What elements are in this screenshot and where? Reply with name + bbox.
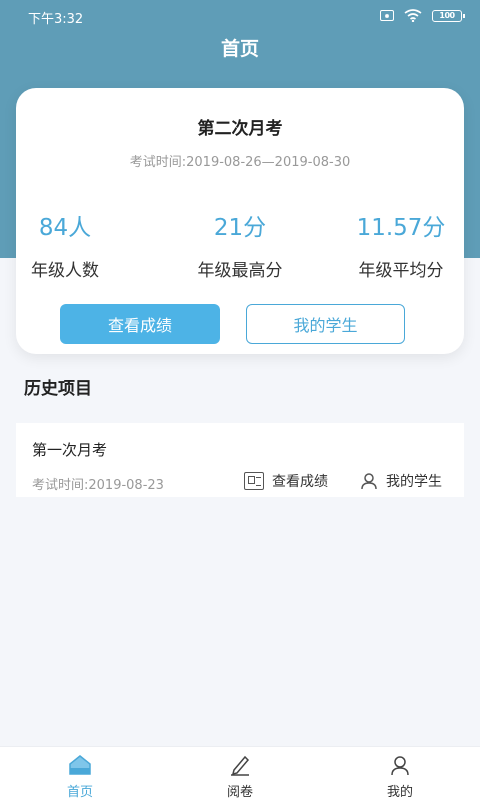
history-section-title: 历史项目: [24, 379, 92, 399]
tab-my[interactable]: 我的: [360, 753, 440, 800]
exam-time: 考试时间:2019-08-26—2019-08-30: [129, 155, 351, 170]
tab-home-label: 首页: [66, 785, 93, 800]
no-sim-icon: [380, 10, 394, 21]
tab-home[interactable]: 首页: [40, 753, 120, 800]
my-students-button[interactable]: 我的学生: [246, 304, 405, 344]
pen-icon: [200, 753, 280, 777]
user-icon: [360, 753, 440, 777]
stat-student-count: 84人 年级人数: [0, 208, 140, 281]
stat-label: 年级最高分: [197, 261, 283, 281]
stat-label: 年级平均分: [358, 261, 444, 281]
history-exam-time: 考试时间:2019-08-23: [32, 478, 164, 493]
tab-review-label: 阅卷: [226, 785, 253, 800]
status-bar: 下午3:32 100: [0, 0, 480, 32]
tab-review[interactable]: 阅卷: [200, 753, 280, 800]
stat-value: 11.57分: [356, 215, 446, 241]
stat-highest-score: 21分 年级最高分: [165, 208, 315, 281]
history-view-scores-button[interactable]: 查看成绩: [244, 471, 328, 491]
wifi-icon: [404, 9, 422, 22]
tab-my-label: 我的: [386, 785, 413, 800]
exam-name: 第二次月考: [197, 119, 283, 139]
bottom-tab-bar: 首页 阅卷 我的: [0, 746, 480, 800]
stat-average-score: 11.57分 年级平均分: [326, 208, 476, 281]
status-icons: 100: [380, 9, 465, 22]
page-title: 首页: [220, 38, 259, 60]
battery-icon: 100: [432, 9, 465, 22]
person-icon: [360, 472, 378, 490]
history-view-scores-label: 查看成绩: [272, 474, 328, 490]
stat-value: 84人: [38, 215, 92, 241]
history-item[interactable]: 第一次月考 考试时间:2019-08-23 查看成绩 我的学生: [16, 423, 464, 497]
battery-level: 100: [439, 11, 455, 20]
status-time: 下午3:32: [28, 12, 84, 27]
home-icon: [40, 753, 120, 777]
history-my-students-button[interactable]: 我的学生: [360, 471, 442, 491]
report-icon: [244, 472, 264, 490]
view-scores-button[interactable]: 查看成绩: [60, 304, 220, 344]
stat-label: 年级人数: [31, 261, 99, 281]
stat-value: 21分: [213, 215, 267, 241]
history-exam-name: 第一次月考: [32, 441, 108, 459]
history-my-students-label: 我的学生: [386, 474, 442, 490]
current-exam-card: 第二次月考 考试时间:2019-08-26—2019-08-30 84人 年级人…: [16, 88, 464, 354]
